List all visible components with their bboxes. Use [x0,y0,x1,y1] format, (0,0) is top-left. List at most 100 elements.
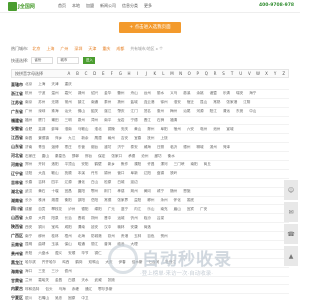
hot-city-link[interactable]: 重庆 [102,46,110,52]
city-link[interactable]: 荆门 [104,189,111,194]
city-link[interactable]: 江门 [131,109,138,114]
city-link[interactable]: 宁波 [38,91,45,96]
city-link[interactable]: 安顺 [68,251,75,256]
city-link[interactable]: 开封 [38,162,45,167]
city-link[interactable]: 广安 [200,207,207,212]
city-link[interactable]: 保山 [65,242,72,247]
city-link[interactable]: 宜春 [134,136,141,141]
city-link[interactable]: 广元 [108,207,115,212]
province-label[interactable]: 广西区 [11,233,25,239]
city-link[interactable]: 六安 [187,127,194,132]
city-link[interactable]: 南阳 [190,162,197,167]
city-link[interactable]: 衡水 [168,154,175,159]
city-link[interactable]: 合肥 [25,127,32,132]
letter-link[interactable]: A [65,71,74,76]
city-link[interactable]: 东营 [78,145,85,150]
city-link[interactable]: 漯河 [160,162,167,167]
province-label[interactable]: 海南省 [11,269,25,275]
city-link[interactable]: 抚顺 [65,171,72,176]
province-label[interactable]: 山东省 [11,144,25,150]
province-label[interactable]: 广东省 [11,109,25,115]
city-link[interactable]: 南宁 [25,234,32,239]
city-link[interactable]: 茂名 [144,109,151,114]
city-link[interactable]: 湘潭 [51,198,58,203]
letter-link[interactable]: B [73,71,82,76]
city-link[interactable]: 濮阳 [134,162,141,167]
city-link[interactable]: 三明 [65,118,72,123]
city-link[interactable]: 阳泉 [51,216,58,221]
city-link[interactable]: 丽江 [91,242,98,247]
city-link[interactable]: 潍坊 [104,145,111,150]
city-link[interactable]: 鞍山 [51,171,58,176]
city-link[interactable]: 运城 [117,216,124,221]
city-link[interactable]: 泰州 [104,100,111,105]
city-link[interactable]: 连云港 [144,100,155,105]
city-link[interactable]: 衡阳 [65,198,72,203]
city-link[interactable]: 商丘 [204,162,211,167]
city-link[interactable]: 淮北 [95,127,102,132]
city-link[interactable]: 舟山 [131,91,138,96]
city-link[interactable]: 固原 [68,296,75,300]
city-link[interactable]: 丹东 [91,171,98,176]
city-link[interactable]: 太原 [25,216,32,221]
city-link[interactable]: 济宁 [117,145,124,150]
city-link[interactable]: 沧州 [141,154,148,159]
city-link[interactable]: 景德镇 [38,136,49,141]
city-link[interactable]: 张家界 [117,198,128,203]
letter-link[interactable]: E [99,71,108,76]
city-link[interactable]: 天津 [51,82,58,87]
city-link[interactable]: 新余 [81,136,88,141]
city-link[interactable]: 益阳 [134,198,141,203]
city-link[interactable]: 汕尾 [183,109,190,114]
letter-link[interactable]: N [176,71,185,76]
city-link[interactable]: 慈溪 [183,91,190,96]
city-link[interactable]: 泰安 [131,145,138,150]
city-link[interactable]: 赣州 [108,136,115,141]
city-link[interactable]: 鹤岗 [75,260,82,265]
province-label[interactable]: 宁夏区 [11,295,25,300]
city-link[interactable]: 临沂 [170,145,177,150]
city-link[interactable]: 福清 [170,118,177,123]
city-link[interactable]: 黄山 [134,127,141,132]
city-link[interactable]: 威海 [144,145,151,150]
city-link[interactable]: 重庆 [65,82,72,87]
hot-city-link[interactable]: 深圳 [74,46,82,52]
city-link[interactable]: 榆林 [117,225,124,230]
city-link[interactable]: 商洛 [144,225,151,230]
city-link[interactable]: 铜川 [38,225,45,230]
city-link[interactable]: 贺州 [160,234,167,239]
city-link[interactable]: 松原 [104,180,111,185]
city-link[interactable]: 渭南 [78,225,85,230]
letter-link[interactable]: I [133,71,142,76]
hot-city-link[interactable]: 北京 [32,46,40,52]
city-link[interactable]: 兰州 [25,278,32,283]
city-link[interactable]: 广州 [25,109,32,114]
city-link[interactable]: 徐州 [160,100,167,105]
city-link[interactable]: 瑞安 [236,91,243,96]
city-link[interactable]: 中卫 [81,296,88,300]
city-link[interactable]: 萍乡 [55,136,62,141]
city-link[interactable]: 唐山 [42,154,49,159]
city-link[interactable]: 长春 [25,180,32,185]
city-link[interactable]: 余姚 [196,91,203,96]
city-link[interactable]: 六盘水 [38,251,49,256]
letter-link[interactable]: V [245,71,254,76]
city-link[interactable]: 齐齐哈尔 [42,260,56,265]
city-link[interactable]: 贵港 [121,234,128,239]
city-link[interactable]: 白银 [68,278,75,283]
city-link[interactable]: 自贡 [38,207,45,212]
city-link[interactable]: 宜宾 [187,207,194,212]
city-link[interactable]: 三亚 [38,269,45,274]
city-link[interactable]: 九江 [68,136,75,141]
side-float-button-2[interactable]: ✉ [284,202,298,222]
hot-city-link[interactable]: 广州 [60,46,68,52]
city-link[interactable]: 沈阳 [25,171,32,176]
city-link[interactable]: 成都 [25,207,32,212]
city-link[interactable]: 淮安 [174,100,181,105]
province-label[interactable]: 安徽省 [11,126,25,132]
city-link[interactable]: 上海 [38,82,45,87]
city-link[interactable]: 阜新 [131,171,138,176]
city-link[interactable]: 河源 [196,109,203,114]
side-float-button-1[interactable]: ☺ [284,180,298,200]
city-link[interactable]: 儋州 [65,269,72,274]
